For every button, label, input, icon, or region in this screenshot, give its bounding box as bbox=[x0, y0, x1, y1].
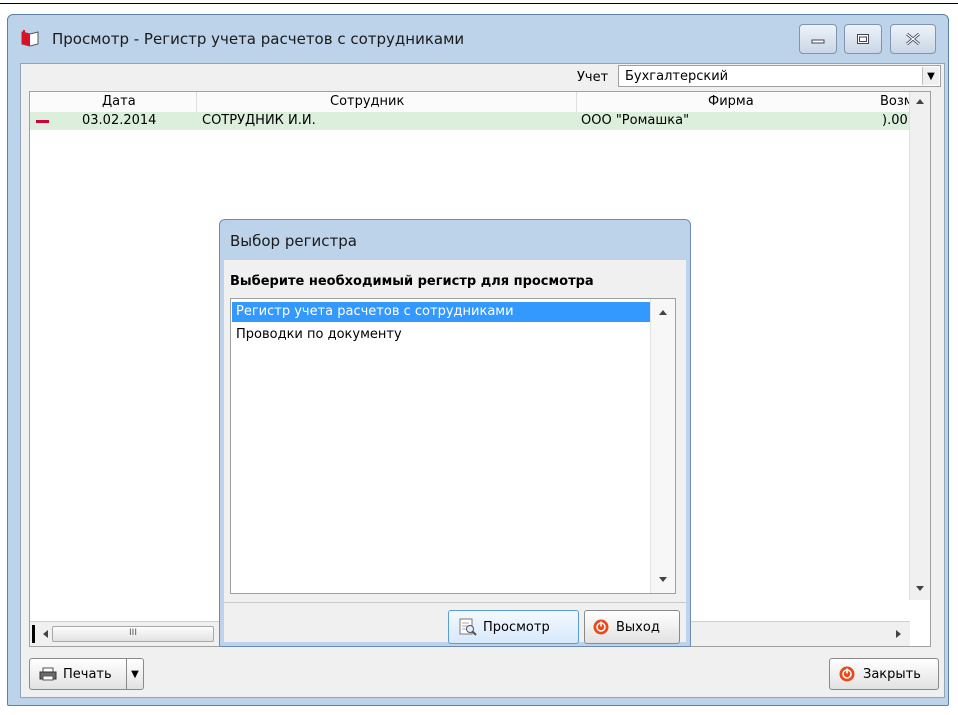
grid-header: Дата Сотрудник Фирма Возм bbox=[30, 92, 910, 113]
column-date[interactable]: Дата bbox=[102, 94, 136, 109]
minimize-button[interactable] bbox=[799, 24, 837, 54]
column-amount[interactable]: Возм bbox=[880, 94, 910, 109]
exit-label: Выход bbox=[616, 619, 660, 635]
uchet-label: Учет bbox=[577, 70, 609, 85]
select-register-dialog: Выбор регистра Выберите необходимый реги… bbox=[219, 219, 691, 647]
book-icon bbox=[21, 30, 39, 47]
scroll-edge-marker bbox=[32, 625, 35, 643]
dialog-title: Выбор регистра bbox=[230, 232, 357, 250]
bottom-toolbar: Печать ▼ Закрыть bbox=[21, 658, 944, 698]
print-label: Печать bbox=[63, 666, 112, 682]
close-button[interactable]: Закрыть bbox=[829, 658, 939, 690]
scroll-down-icon[interactable] bbox=[916, 586, 924, 592]
power-icon bbox=[839, 666, 855, 682]
power-icon bbox=[593, 619, 609, 635]
view-document-icon bbox=[459, 618, 477, 636]
cell-firm: ООО "Ромашка" bbox=[581, 113, 690, 128]
register-listbox[interactable]: Регистр учета расчетов с сотрудниками Пр… bbox=[230, 298, 676, 594]
window-title: Просмотр - Регистр учета расчетов с сотр… bbox=[52, 30, 465, 48]
minimize-icon bbox=[811, 39, 825, 44]
close-window-button[interactable] bbox=[890, 24, 936, 54]
view-label: Просмотр bbox=[483, 619, 550, 635]
maximize-button[interactable] bbox=[844, 24, 882, 54]
scroll-left-icon[interactable] bbox=[42, 630, 48, 638]
dialog-prompt: Выберите необходимый регистр для просмот… bbox=[230, 274, 594, 289]
minus-icon bbox=[36, 120, 49, 123]
cell-amount: ).00 bbox=[882, 113, 908, 128]
printer-icon bbox=[39, 667, 57, 681]
list-item[interactable]: Регистр учета расчетов с сотрудниками bbox=[232, 302, 650, 322]
cell-employee: СОТРУДНИК И.И. bbox=[202, 113, 316, 128]
chevron-down-icon[interactable]: ▼ bbox=[922, 67, 939, 85]
uchet-select[interactable]: Бухгалтерский ▼ bbox=[618, 65, 941, 87]
dialog-client: Выберите необходимый регистр для просмот… bbox=[224, 260, 686, 644]
list-item[interactable]: Проводки по документу bbox=[232, 325, 650, 345]
scroll-up-icon[interactable] bbox=[916, 98, 924, 104]
column-employee[interactable]: Сотрудник bbox=[330, 94, 404, 109]
column-firm[interactable]: Фирма bbox=[708, 94, 754, 109]
close-icon bbox=[906, 32, 920, 46]
maximize-icon bbox=[857, 34, 869, 44]
table-row[interactable]: 03.02.2014 СОТРУДНИК И.И. ООО "Ромашка" … bbox=[30, 112, 910, 130]
title-bar[interactable]: Просмотр - Регистр учета расчетов с сотр… bbox=[8, 15, 948, 65]
exit-button[interactable]: Выход bbox=[584, 610, 680, 644]
scroll-up-icon[interactable] bbox=[659, 309, 667, 315]
print-button[interactable]: Печать bbox=[29, 658, 127, 690]
scroll-thumb[interactable]: III bbox=[52, 626, 214, 642]
top-border-line bbox=[0, 3, 958, 4]
vertical-scrollbar[interactable] bbox=[909, 92, 930, 600]
listbox-scrollbar[interactable] bbox=[650, 299, 675, 593]
cell-date: 03.02.2014 bbox=[82, 113, 157, 128]
close-label: Закрыть bbox=[863, 666, 921, 682]
uchet-value: Бухгалтерский bbox=[625, 69, 729, 84]
scroll-right-icon[interactable] bbox=[896, 630, 902, 638]
print-dropdown-button[interactable]: ▼ bbox=[126, 658, 144, 690]
view-button[interactable]: Просмотр bbox=[448, 610, 579, 644]
chevron-down-icon: ▼ bbox=[131, 668, 139, 680]
scroll-down-icon[interactable] bbox=[659, 577, 667, 583]
